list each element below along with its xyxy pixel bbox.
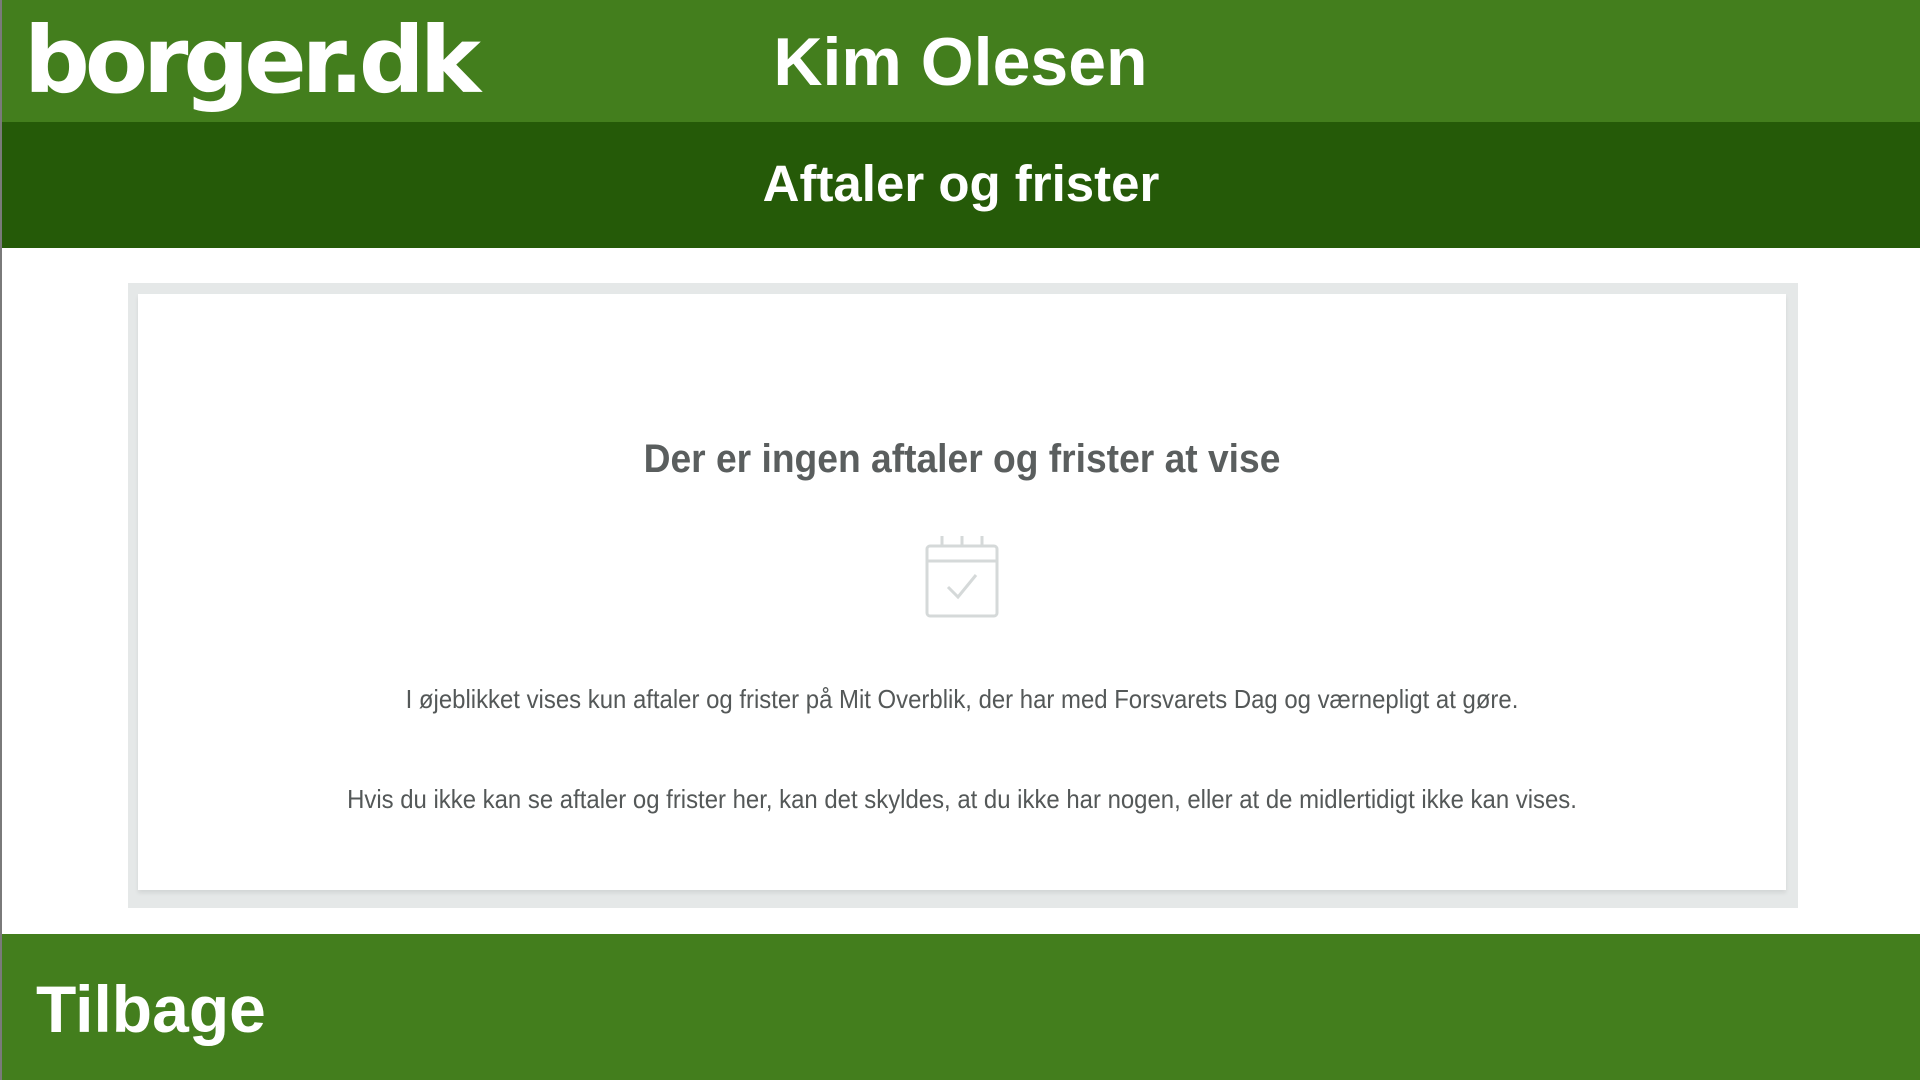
- section-title-bar: Aftaler og frister: [2, 122, 1920, 248]
- screen: borger.dk Kim Olesen Aftaler og frister …: [0, 0, 1920, 1080]
- user-name: Kim Olesen: [773, 24, 1148, 100]
- calendar-check-icon: [924, 532, 1000, 620]
- back-button[interactable]: Tilbage: [36, 934, 266, 1080]
- bottom-bar: Tilbage: [2, 934, 1920, 1080]
- empty-state-heading: Der er ingen aftaler og frister at vise: [643, 437, 1281, 481]
- empty-state-card: Der er ingen aftaler og frister at vise …: [138, 294, 1786, 890]
- page-title: Aftaler og frister: [762, 155, 1160, 212]
- empty-state-card-frame: Der er ingen aftaler og frister at vise …: [128, 283, 1798, 908]
- top-header: borger.dk Kim Olesen: [2, 0, 1920, 122]
- info-text-scope: I øjeblikket vises kun aftaler og friste…: [405, 684, 1519, 714]
- info-text-explanation: Hvis du ikke kan se aftaler og frister h…: [347, 784, 1577, 814]
